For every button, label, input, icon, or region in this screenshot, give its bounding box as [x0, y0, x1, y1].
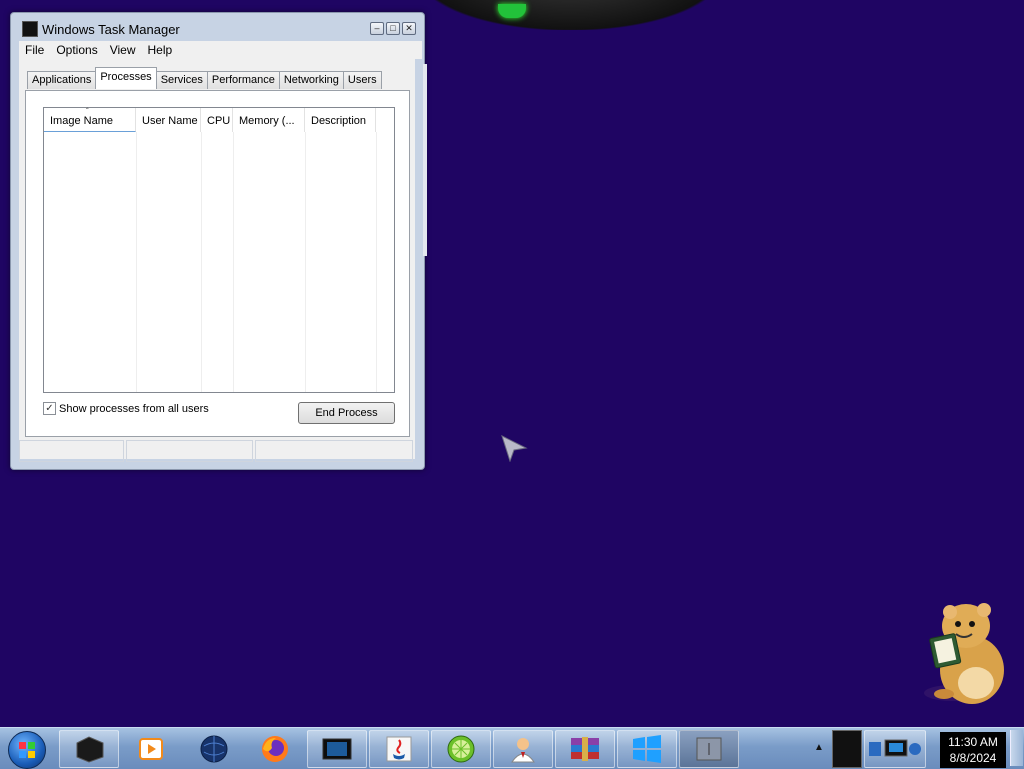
show-all-users-label[interactable]: Show processes from all users	[59, 403, 209, 415]
column-user-name[interactable]: User Name	[136, 108, 201, 132]
taskbar-task-manager[interactable]	[679, 730, 739, 768]
tab-applications[interactable]: Applications	[27, 71, 97, 89]
status-cell	[125, 440, 253, 462]
taskbar-java[interactable]	[369, 730, 429, 768]
clock-time: 11:30 AM	[948, 735, 998, 749]
network-status-icon	[869, 739, 921, 757]
column-label: Description	[311, 115, 367, 127]
taskbar-user-doctor[interactable]	[493, 730, 553, 768]
processes-panel: ˆ Image Name User Name CPU Memory (... D…	[25, 90, 410, 437]
column-divider	[233, 132, 306, 392]
winrar-icon	[571, 737, 599, 761]
status-cell	[254, 440, 413, 462]
status-cell	[19, 440, 124, 462]
tray-app-icon[interactable]	[832, 730, 862, 768]
taskbar-display[interactable]	[307, 730, 367, 768]
taskbar-firefox[interactable]	[245, 730, 305, 768]
clock-date: 8/8/2024	[949, 751, 997, 765]
tab-users[interactable]: Users	[342, 71, 382, 89]
column-cpu[interactable]: CPU	[201, 108, 233, 132]
menu-bar: File Options View Help	[19, 41, 422, 59]
tray-network-status[interactable]	[864, 730, 926, 768]
taskbar-terminal[interactable]	[59, 730, 119, 768]
media-player-icon	[139, 738, 163, 760]
tab-performance[interactable]: Performance	[206, 71, 280, 89]
mouse-cursor-icon	[500, 434, 528, 465]
tab-strip: Applications Processes Services Performa…	[27, 67, 382, 89]
sort-ascending-icon: ˆ	[86, 107, 89, 116]
dock-light-icon	[498, 4, 526, 18]
network-globe-icon	[200, 735, 228, 763]
column-image-name[interactable]: ˆ Image Name	[44, 108, 136, 132]
column-label: User Name	[142, 115, 198, 127]
process-list-header: ˆ Image Name User Name CPU Memory (... D…	[44, 108, 376, 132]
taskbar-media-player[interactable]	[121, 730, 181, 768]
process-list[interactable]: ˆ Image Name User Name CPU Memory (... D…	[43, 107, 395, 393]
start-button[interactable]	[8, 731, 46, 769]
column-description[interactable]: Description	[305, 108, 376, 132]
window-edge	[423, 64, 427, 256]
end-process-button[interactable]: End Process	[298, 402, 395, 424]
column-label: CPU	[207, 115, 231, 127]
status-bar	[19, 440, 415, 462]
task-manager-app-icon	[22, 21, 38, 37]
show-all-users-checkbox[interactable]: ✓	[43, 402, 56, 415]
top-dock-decoration	[420, 0, 720, 30]
menu-file[interactable]: File	[19, 43, 50, 57]
menu-options[interactable]: Options	[50, 43, 103, 57]
title-bar[interactable]: Windows Task Manager – □ ✕	[11, 13, 424, 39]
close-button[interactable]: ✕	[402, 22, 416, 35]
menu-help[interactable]: Help	[142, 43, 179, 57]
tray-expand-icon[interactable]: ▲	[814, 742, 824, 753]
taskbar-lime[interactable]	[431, 730, 491, 768]
column-memory[interactable]: Memory (...	[233, 108, 305, 132]
terminal-icon	[76, 736, 104, 763]
column-label: Image Name	[50, 115, 113, 127]
taskbar: ▲ 11:30 AM 8/8/2024	[0, 727, 1024, 769]
minimize-button[interactable]: –	[370, 22, 384, 35]
show-desktop-button[interactable]	[1010, 730, 1023, 766]
column-divider	[44, 132, 137, 392]
column-divider	[201, 132, 234, 392]
java-icon	[386, 736, 412, 762]
taskbar-windows[interactable]	[617, 730, 677, 768]
column-divider	[305, 132, 377, 392]
user-doctor-icon	[511, 738, 535, 763]
tab-networking[interactable]: Networking	[278, 71, 344, 89]
lime-icon	[447, 735, 475, 763]
restore-button[interactable]: □	[386, 22, 400, 35]
taskbar-network[interactable]	[184, 730, 244, 768]
column-divider	[136, 132, 202, 392]
display-icon	[322, 738, 352, 760]
tab-processes[interactable]: Processes	[95, 67, 157, 89]
taskbar-winrar[interactable]	[555, 730, 615, 768]
column-label: Memory (...	[239, 115, 295, 127]
show-all-users-row: ✓ Show processes from all users	[43, 402, 209, 415]
window-controls: – □ ✕	[370, 22, 416, 35]
windows-flag-icon	[19, 742, 35, 758]
window-title: Windows Task Manager	[42, 22, 180, 37]
menu-view[interactable]: View	[104, 43, 142, 57]
task-manager-icon	[696, 737, 722, 761]
taskbar-clock[interactable]: 11:30 AM 8/8/2024	[940, 732, 1006, 768]
windows-logo-icon	[633, 735, 661, 763]
tab-services[interactable]: Services	[155, 71, 208, 89]
hamster-mascot-icon	[914, 598, 1014, 711]
client-area: Applications Processes Services Performa…	[19, 59, 415, 459]
firefox-icon	[262, 736, 288, 762]
task-manager-window: Windows Task Manager – □ ✕ File Options …	[10, 12, 425, 470]
